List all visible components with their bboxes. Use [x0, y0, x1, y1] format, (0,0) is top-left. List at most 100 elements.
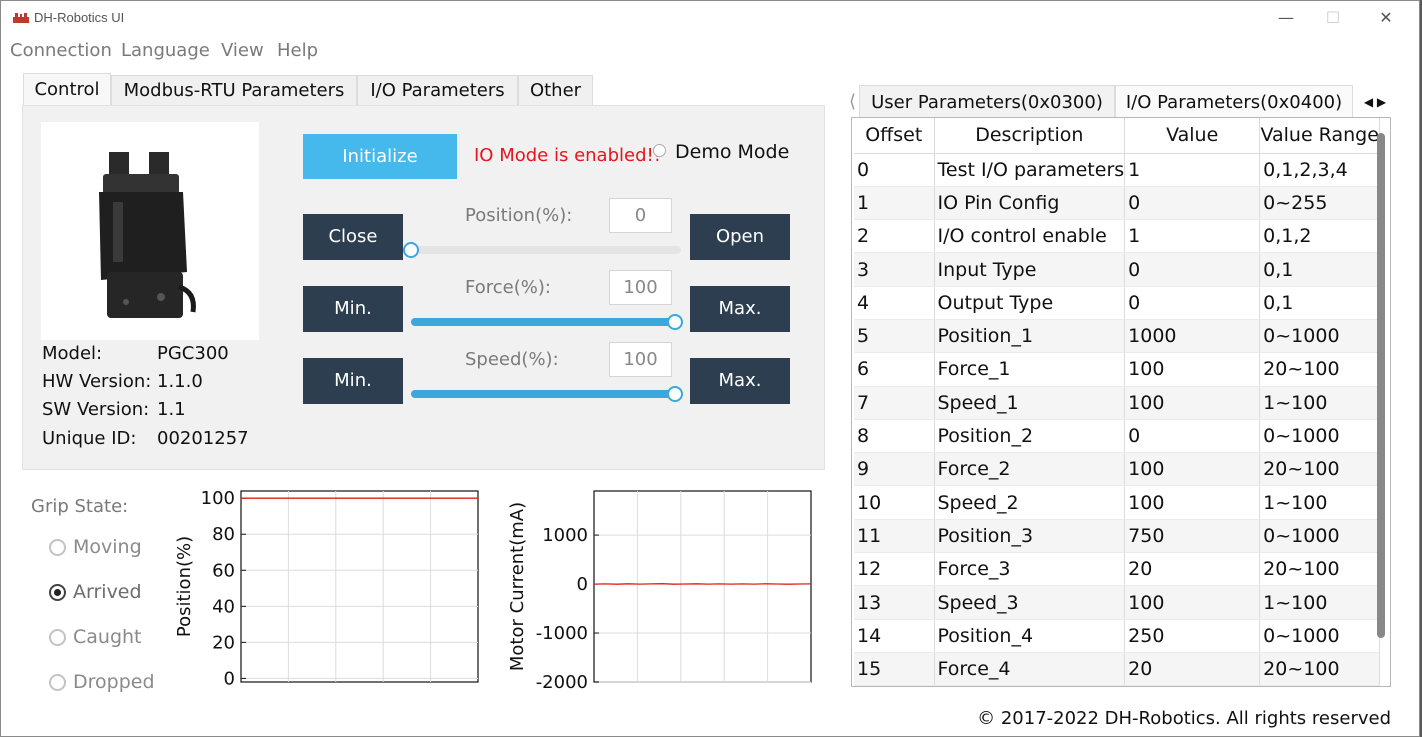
position-slider[interactable]: [403, 242, 681, 258]
table-cell[interactable]: 20: [1124, 652, 1261, 686]
table-scrollbar[interactable]: [1377, 133, 1385, 638]
y-tick-label: 0: [224, 668, 235, 689]
grip-radio-arrived[interactable]: [49, 584, 66, 601]
y-axis-label: Motor Current(mA): [507, 502, 528, 671]
speed-max-button[interactable]: Max.: [690, 358, 790, 404]
maximize-button[interactable]: ☐: [1320, 7, 1346, 29]
position-slider-handle[interactable]: [403, 242, 419, 258]
position-input[interactable]: 0: [609, 198, 672, 233]
tab-io-parameters[interactable]: I/O Parameters: [357, 75, 518, 106]
tab-scroll-arrows-icon[interactable]: ◀ ▶: [1361, 91, 1389, 113]
table-cell[interactable]: 1: [1124, 219, 1261, 254]
open-gripper-button[interactable]: Open: [690, 214, 790, 260]
menu-help[interactable]: Help: [277, 40, 318, 61]
model-value: PGC300: [157, 343, 229, 364]
table-cell: Force_3: [934, 552, 1126, 587]
tab-other[interactable]: Other: [518, 75, 593, 106]
minimize-button[interactable]: —: [1273, 7, 1299, 29]
table-cell[interactable]: 100: [1124, 585, 1261, 620]
column-header[interactable]: Offset: [854, 118, 935, 154]
force-slider[interactable]: [411, 314, 683, 330]
table-cell: 10: [854, 485, 935, 520]
table-cell: Position_2: [934, 419, 1126, 454]
initialize-button[interactable]: Initialize: [303, 134, 457, 179]
column-header[interactable]: Value: [1124, 118, 1261, 154]
table-cell[interactable]: 100: [1124, 485, 1261, 520]
table-row[interactable]: 2 I/O control enable 1 0,1,2: [854, 219, 1381, 254]
table-row[interactable]: 1 IO Pin Config 0 0~255: [854, 186, 1381, 221]
grip-radio-caught[interactable]: [49, 629, 66, 646]
table-row[interactable]: 14 Position_4 250 0~1000: [854, 619, 1381, 653]
table-cell[interactable]: 100: [1124, 452, 1261, 487]
speed-label: Speed(%):: [465, 349, 559, 370]
table-cell[interactable]: 250: [1124, 619, 1261, 653]
table-row[interactable]: 11 Position_3 750 0~1000: [854, 519, 1381, 554]
force-min-button[interactable]: Min.: [303, 286, 403, 332]
grip-state-title: Grip State:: [31, 496, 129, 517]
y-tick-label: 1000: [542, 525, 588, 546]
table-cell[interactable]: 100: [1124, 352, 1261, 387]
table-cell: 0,1: [1259, 252, 1381, 287]
menu-view[interactable]: View: [221, 40, 264, 61]
table-cell[interactable]: 0: [1124, 286, 1261, 320]
table-cell[interactable]: 1: [1124, 153, 1261, 187]
table-cell[interactable]: 20: [1124, 552, 1261, 587]
table-cell[interactable]: 1000: [1124, 319, 1261, 354]
parameter-table-container: Offset Description Value Value Range 0 Test …: [851, 117, 1391, 687]
force-max-button[interactable]: Max.: [690, 286, 790, 332]
unique-id-label: Unique ID:: [42, 428, 137, 449]
grip-radio-moving[interactable]: [49, 539, 66, 556]
tab-io-parameters-table[interactable]: I/O Parameters(0x0400): [1115, 85, 1353, 118]
grip-label-caught[interactable]: Caught: [73, 626, 142, 648]
table-cell[interactable]: 0: [1124, 186, 1261, 221]
table-cell[interactable]: 750: [1124, 519, 1261, 554]
force-slider-handle[interactable]: [667, 314, 683, 330]
grip-label-arrived[interactable]: Arrived: [73, 581, 142, 603]
table-row[interactable]: 9 Force_2 100 20~100: [854, 452, 1381, 487]
table-cell: 9: [854, 452, 935, 487]
table-cell: 6: [854, 352, 935, 387]
close-window-button[interactable]: ✕: [1373, 7, 1399, 29]
table-row[interactable]: 6 Force_1 100 20~100: [854, 352, 1381, 387]
force-input[interactable]: 100: [609, 270, 672, 305]
table-row[interactable]: 0 Test I/O parameters 1 0,1,2,3,4: [854, 153, 1381, 187]
grip-label-dropped[interactable]: Dropped: [73, 671, 155, 693]
speed-input[interactable]: 100: [609, 342, 672, 377]
menu-language[interactable]: Language: [121, 40, 210, 61]
table-cell: 3: [854, 252, 935, 287]
tab-user-parameters[interactable]: User Parameters(0x0300): [859, 85, 1115, 118]
table-row[interactable]: 5 Position_1 1000 0~1000: [854, 319, 1381, 354]
demo-mode-label[interactable]: Demo Mode: [675, 141, 789, 163]
column-header[interactable]: Description: [934, 118, 1126, 154]
demo-mode-radio[interactable]: [653, 144, 666, 157]
table-cell: 15: [854, 652, 935, 686]
speed-min-button[interactable]: Min.: [303, 358, 403, 404]
tab-modbus-rtu-parameters[interactable]: Modbus-RTU Parameters: [111, 75, 357, 106]
speed-slider[interactable]: [411, 386, 683, 402]
table-row[interactable]: 7 Speed_1 100 1~100: [854, 386, 1381, 420]
close-gripper-button[interactable]: Close: [303, 214, 403, 260]
speed-slider-handle[interactable]: [667, 386, 683, 402]
column-header[interactable]: Value Range: [1259, 118, 1381, 154]
grip-radio-dropped[interactable]: [49, 674, 66, 691]
tab-control[interactable]: Control: [23, 73, 111, 106]
table-cell[interactable]: 100: [1124, 386, 1261, 420]
table-cell: Position_4: [934, 619, 1126, 653]
table-row[interactable]: 12 Force_3 20 20~100: [854, 552, 1381, 587]
grip-label-moving[interactable]: Moving: [73, 536, 142, 558]
menu-bar: Connection Language View Help: [1, 37, 1419, 65]
table-cell[interactable]: 0: [1124, 252, 1261, 287]
table-row[interactable]: 15 Force_4 20 20~100: [854, 652, 1381, 686]
table-row[interactable]: 3 Input Type 0 0,1: [854, 252, 1381, 287]
table-cell[interactable]: 0: [1124, 419, 1261, 454]
table-cell: Input Type: [934, 252, 1126, 287]
copyright-footer: © 2017-2022 DH-Robotics. All rights rese…: [977, 708, 1391, 729]
table-row[interactable]: 8 Position_2 0 0~1000: [854, 419, 1381, 454]
table-row[interactable]: 13 Speed_3 100 1~100: [854, 585, 1381, 620]
table-cell: Position_3: [934, 519, 1126, 554]
table-row[interactable]: 4 Output Type 0 0,1: [854, 286, 1381, 320]
menu-connection[interactable]: Connection: [10, 40, 112, 61]
table-row[interactable]: 10 Speed_2 100 1~100: [854, 485, 1381, 520]
model-label: Model:: [42, 343, 103, 364]
table-cell: 4: [854, 286, 935, 320]
